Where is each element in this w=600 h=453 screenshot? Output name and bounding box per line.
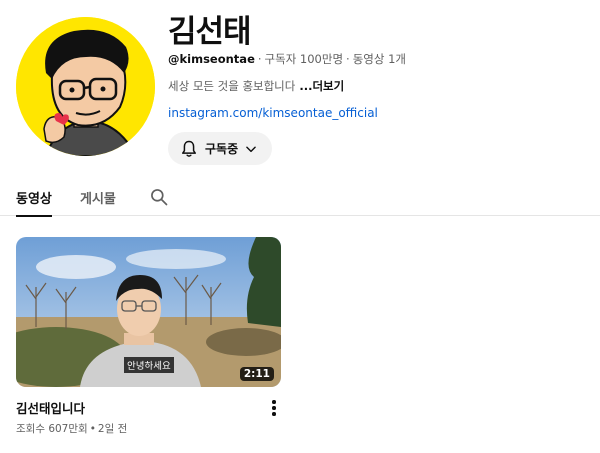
meta-separator: • [89, 423, 96, 435]
channel-description[interactable]: 세상 모든 것을 홍보합니다 ...더보기 [168, 78, 344, 94]
video-duration: 2:11 [239, 367, 274, 381]
caricature-avatar-icon [16, 17, 155, 156]
more-options-icon[interactable] [266, 398, 282, 418]
video-meta: 조회수 607만회 • 2일 전 [16, 421, 127, 436]
channel-handle: @kimseontae [168, 52, 255, 66]
subscriber-count: 구독자 100만명 [264, 52, 344, 66]
view-count: 조회수 607만회 [16, 423, 88, 435]
channel-meta: @kimseontae · 구독자 100만명 · 동영상 1개 [168, 51, 406, 67]
upload-age: 2일 전 [97, 423, 128, 435]
meta-separator: · [257, 52, 262, 66]
dot [272, 406, 276, 410]
tab-posts[interactable]: 게시물 [80, 178, 116, 216]
thumbnail-caption: 안녕하세요 [124, 357, 174, 373]
channel-avatar[interactable] [16, 17, 155, 156]
description-text: 세상 모든 것을 홍보합니다 [168, 79, 296, 93]
subscribe-label: 구독중 [205, 142, 239, 156]
dot [272, 412, 276, 416]
dot [272, 400, 276, 404]
chevron-down-icon [246, 146, 256, 152]
video-thumbnail[interactable]: 안녕하세요 2:11 [16, 237, 281, 387]
channel-link[interactable]: instagram.com/kimseontae_official [168, 106, 378, 120]
search-icon [151, 189, 168, 206]
subscribe-button[interactable]: 구독중 [168, 132, 272, 165]
tab-videos[interactable]: 동영상 [16, 178, 52, 217]
video-title[interactable]: 김선태입니다 [16, 398, 85, 417]
meta-separator: · [346, 52, 350, 66]
tab-search[interactable] [148, 178, 170, 216]
more-link[interactable]: ...더보기 [299, 79, 344, 93]
channel-name: 김선태 [168, 14, 252, 50]
channel-tabs: 동영상 게시물 [0, 178, 600, 217]
bell-icon [182, 140, 196, 157]
video-count: 동영상 1개 [352, 52, 406, 66]
